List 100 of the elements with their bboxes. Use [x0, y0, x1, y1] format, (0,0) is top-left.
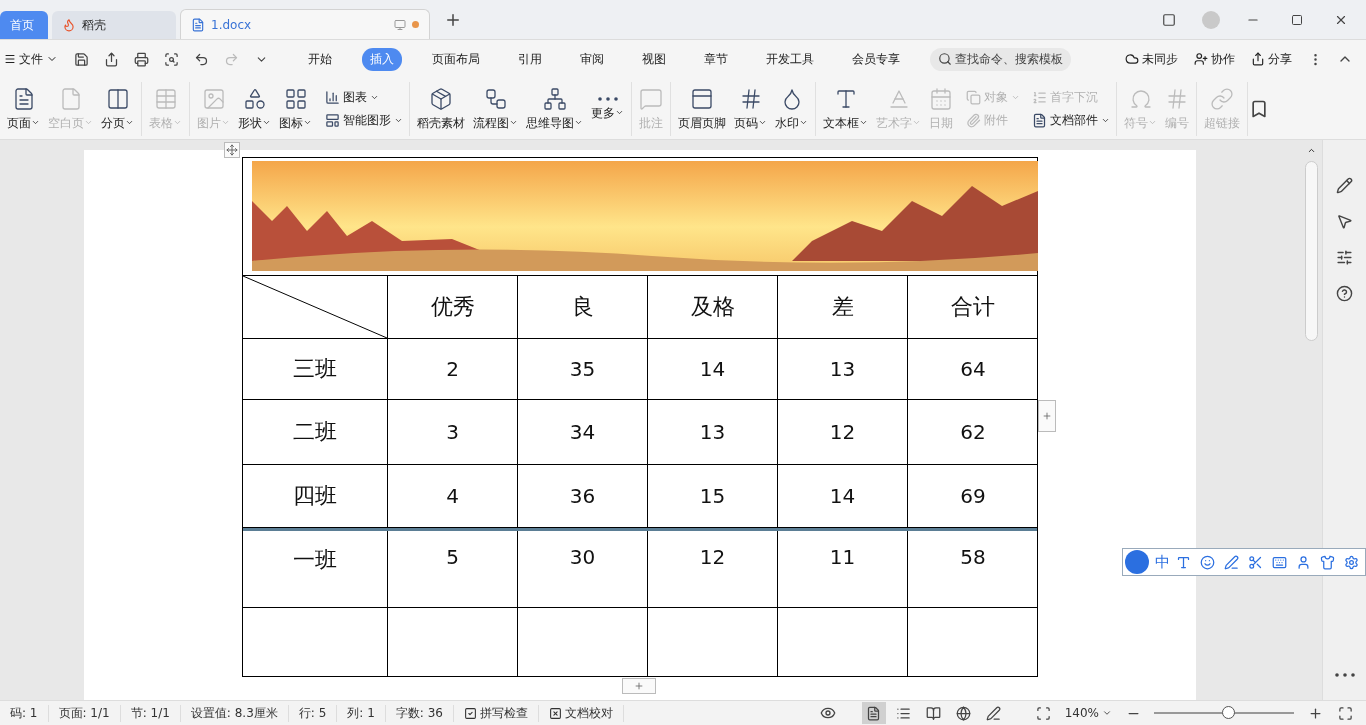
scroll-up-icon[interactable] — [1306, 146, 1316, 155]
ribbon-button[interactable]: 稻壳素材 — [414, 86, 468, 131]
emoji-icon[interactable] — [1199, 554, 1215, 570]
search-field[interactable]: 查找命令、搜索模板 — [930, 47, 1071, 71]
page-view-button[interactable] — [861, 702, 886, 724]
window-count-icon[interactable] — [1162, 12, 1176, 27]
sliders-icon[interactable] — [1336, 248, 1353, 266]
attachment-icon — [966, 112, 981, 128]
user-plus-icon — [1194, 52, 1208, 66]
undo-icon[interactable] — [193, 51, 209, 67]
image-icon — [201, 86, 226, 111]
eye-icon[interactable] — [819, 705, 836, 721]
ribbon-tab[interactable]: 引用 — [510, 47, 550, 71]
ribbon-button[interactable]: 页眉页脚 — [675, 86, 729, 131]
file-menu[interactable]: 文件 — [0, 50, 62, 68]
ribbon-button[interactable]: 更多 — [588, 96, 627, 121]
input-mode-toggle[interactable]: 中 — [1155, 552, 1170, 572]
table-header: 及格 — [648, 276, 778, 338]
table-header: 差 — [778, 276, 908, 338]
pen-icon — [986, 705, 1002, 721]
pen-icon[interactable] — [1336, 176, 1353, 194]
ribbon-tab[interactable]: 页面布局 — [424, 47, 488, 71]
tab[interactable]: 1.docx — [180, 9, 430, 39]
more-icon — [597, 96, 618, 101]
help-icon[interactable] — [1336, 284, 1353, 302]
share-button[interactable]: 分享 — [1247, 50, 1296, 68]
check-icon — [463, 706, 477, 720]
maximize-icon[interactable] — [1291, 13, 1303, 26]
list-icon — [896, 705, 912, 721]
keyboard-icon[interactable] — [1271, 554, 1287, 570]
proofread-button[interactable]: 文档校对 — [538, 704, 624, 722]
ribbon-tab[interactable]: 会员专享 — [844, 47, 908, 71]
spell-check-button[interactable]: 拼写检查 — [453, 704, 539, 722]
ribbon-button[interactable]: 页面 — [4, 86, 43, 131]
table-move-handle[interactable] — [224, 142, 240, 158]
ribbon-button[interactable]: 文档部件 — [1030, 112, 1112, 128]
print-icon[interactable] — [133, 51, 149, 67]
table-cell: 4 — [388, 465, 518, 527]
menu-icon — [4, 53, 16, 65]
table-header: 良 — [518, 276, 648, 338]
ribbon-button[interactable]: 图标 — [276, 86, 315, 131]
export-icon[interactable] — [103, 51, 119, 67]
smart-art-icon — [325, 112, 340, 128]
document-icon — [191, 17, 205, 32]
ribbon-tab[interactable]: 章节 — [696, 47, 736, 71]
ribbon-button[interactable]: 智能图形 — [323, 112, 405, 128]
ribbon-button[interactable]: 图表 — [323, 89, 405, 105]
ribbon-button[interactable]: 文本框 — [820, 86, 871, 131]
save-icon[interactable] — [73, 51, 89, 67]
zoom-in-icon[interactable] — [1307, 705, 1323, 721]
more-icon[interactable] — [1334, 673, 1355, 677]
ribbon-button[interactable]: 分页 — [98, 86, 137, 131]
ribbon-button[interactable]: 流程图 — [470, 86, 521, 131]
fit-icon[interactable] — [1036, 705, 1052, 721]
table-cell: 5 — [388, 531, 518, 607]
bookmark-icon[interactable] — [1249, 98, 1269, 119]
link-icon — [1210, 86, 1234, 111]
plus-icon — [1042, 411, 1052, 421]
globe-icon — [956, 705, 972, 721]
table-cell-text: 69 — [959, 483, 987, 510]
settings-icon[interactable] — [1343, 554, 1359, 570]
status-text: 页面: 1/1 — [48, 704, 121, 722]
table-header: 优秀 — [388, 276, 518, 338]
sync-button[interactable]: 未同步 — [1121, 50, 1182, 68]
table-header: 合计 — [950, 293, 996, 321]
punctuation-icon[interactable] — [1175, 554, 1191, 570]
ribbon-button[interactable]: 形状 — [235, 86, 274, 131]
table-cell-text: 62 — [959, 419, 987, 446]
table-cell: 15 — [648, 465, 778, 527]
ribbon-button[interactable]: 思维导图 — [523, 86, 586, 131]
handwriting-icon[interactable] — [1223, 554, 1239, 570]
page-icon — [866, 705, 882, 721]
pointer-icon[interactable] — [1336, 212, 1353, 230]
ribbon-tab[interactable]: 开发工具 — [758, 47, 822, 71]
ribbon-tab[interactable]: 审阅 — [572, 47, 612, 71]
fullscreen-icon[interactable] — [1337, 705, 1353, 721]
ribbon-tab[interactable]: 视图 — [634, 47, 674, 71]
table-cell: 二班 — [243, 400, 388, 464]
ribbon-button[interactable]: 水印 — [772, 86, 811, 131]
table-cell: 13 — [778, 339, 908, 399]
user-icon[interactable] — [1295, 554, 1311, 570]
scroll-thumb[interactable] — [1304, 161, 1318, 341]
zoom-dropdown[interactable]: 140% — [1054, 706, 1122, 720]
ribbon-button[interactable]: 页码 — [731, 86, 770, 131]
header-icon — [690, 86, 714, 111]
move-icon — [226, 144, 238, 156]
table-cell-text: 64 — [959, 356, 987, 383]
status-text: 设置值: 8.3厘米 — [180, 704, 289, 722]
collaborate-button[interactable]: 协作 — [1190, 50, 1239, 68]
zoom-thumb[interactable] — [1222, 706, 1236, 719]
tab[interactable]: 稻壳 — [52, 11, 176, 39]
table-cell: 14 — [778, 465, 908, 527]
print-preview-icon[interactable] — [163, 51, 179, 67]
chart-icon — [325, 89, 340, 105]
ribbon-tab[interactable]: 开始 — [300, 47, 340, 71]
shirt-icon[interactable] — [1319, 554, 1335, 570]
status-text: 节: 1/1 — [120, 704, 181, 722]
flame-icon — [62, 18, 76, 32]
status-text: 码: 1 — [0, 704, 49, 722]
scissors-icon[interactable] — [1247, 554, 1263, 570]
